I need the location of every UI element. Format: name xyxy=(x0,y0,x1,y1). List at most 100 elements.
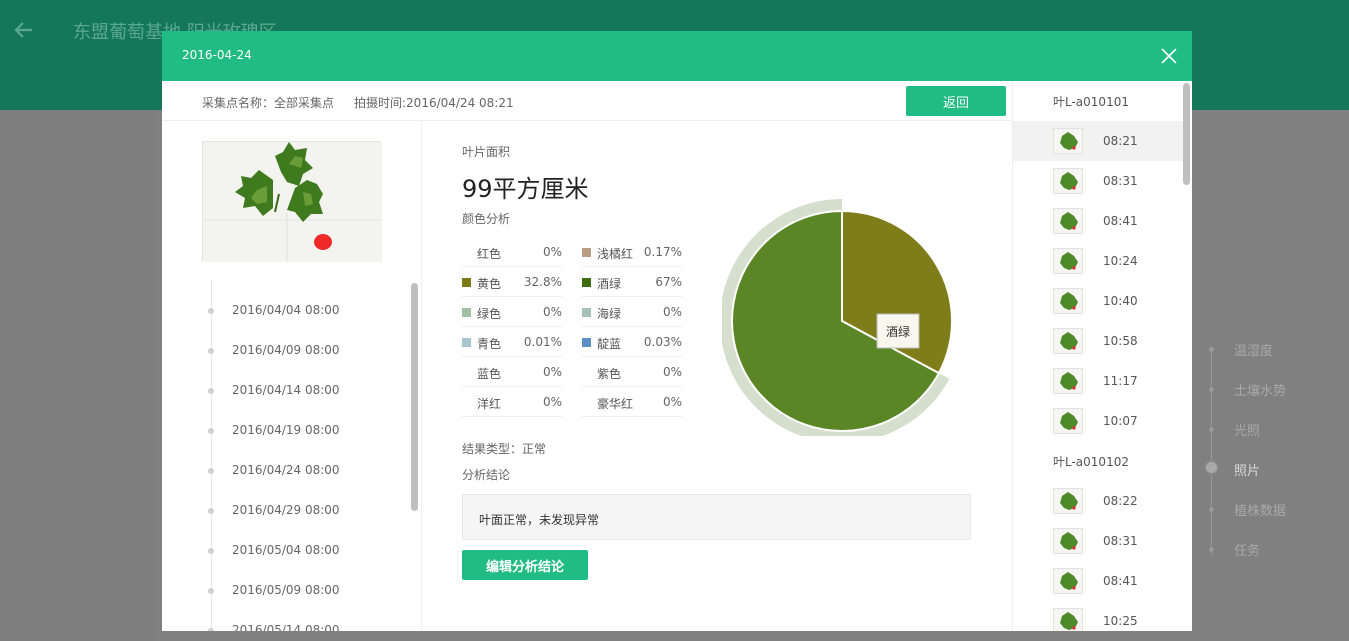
photo-time: 08:41 xyxy=(1103,214,1138,228)
photo-row[interactable]: 08:31 xyxy=(1013,521,1183,561)
nav-item[interactable]: 照片 xyxy=(1204,460,1349,480)
nav-item[interactable]: 土壤水势 xyxy=(1207,380,1349,400)
timeline-item[interactable]: 2016/05/09 08:00 xyxy=(208,581,408,601)
timeline-scrollbar[interactable] xyxy=(411,283,418,511)
timeline-dot-icon xyxy=(208,308,214,314)
color-row: 红色 0% xyxy=(462,237,562,267)
photo-row[interactable]: 08:31 xyxy=(1013,161,1183,201)
color-name: 紫色 xyxy=(597,367,622,381)
timeline-item[interactable]: 2016/04/09 08:00 xyxy=(208,341,408,361)
photo-group-label: 叶L-a010102 xyxy=(1053,455,1129,469)
photo-time: 10:25 xyxy=(1103,614,1138,628)
nav-item-label: 温湿度 xyxy=(1234,344,1274,359)
color-percent: 0% xyxy=(542,395,562,409)
nav-item[interactable]: 植株数据 xyxy=(1207,500,1349,520)
nav-item[interactable]: 任务 xyxy=(1207,540,1349,560)
color-name: 浅橘红 xyxy=(597,247,634,261)
color-name: 海绿 xyxy=(597,307,622,321)
photo-row[interactable]: 10:24 xyxy=(1013,241,1183,281)
photo-row[interactable]: 08:22 xyxy=(1013,481,1183,521)
area-value: 99平方厘米 xyxy=(462,175,589,203)
timeline-dot-icon xyxy=(208,348,214,354)
collection-point: 采集点名称：全部采集点 xyxy=(202,96,335,110)
photo-row[interactable]: 11:17 xyxy=(1013,361,1183,401)
color-name: 黄色 xyxy=(477,277,502,291)
timeline-item[interactable]: 2016/04/04 08:00 xyxy=(208,301,408,321)
color-row: 豪华红 0% xyxy=(582,387,682,417)
color-row: 靛蓝 0.03% xyxy=(582,327,682,357)
conclusion-label: 分析结论 xyxy=(462,468,511,482)
photo-thumbnail xyxy=(1053,608,1083,631)
color-label: 颜色分析 xyxy=(462,212,511,226)
photo-group-label: 叶L-a010101 xyxy=(1053,95,1129,109)
photo-time: 11:17 xyxy=(1103,374,1138,388)
edit-conclusion-button[interactable]: 编辑分析结论 xyxy=(462,550,588,580)
timeline-panel: 2016/04/04 08:00 2016/04/09 08:00 2016/04/… xyxy=(162,121,422,631)
photo-row[interactable]: 08:41 xyxy=(1013,561,1183,601)
nav-dot-icon xyxy=(1209,387,1214,392)
timeline-line xyxy=(211,281,212,631)
timeline-item[interactable]: 2016/04/19 08:00 xyxy=(208,421,408,441)
timeline-date: 2016/04/29 08:00 xyxy=(232,503,340,517)
nav-dot-icon xyxy=(1209,547,1214,552)
nav-dot-icon xyxy=(1209,347,1214,352)
color-swatch xyxy=(462,338,471,347)
timeline-date: 2016/04/14 08:00 xyxy=(232,383,340,397)
photo-row[interactable]: 10:58 xyxy=(1013,321,1183,361)
color-percent: 0% xyxy=(662,305,682,319)
photo-thumbnail xyxy=(1053,128,1083,154)
conclusion-text: 叶面正常，未发现异常 xyxy=(479,513,600,527)
info-bar: 采集点名称：全部采集点 拍摄时间:2016/04/24 08:21 返回 xyxy=(162,81,1012,121)
nav-dot-icon xyxy=(1209,507,1214,512)
color-row: 绿色 0% xyxy=(462,297,562,327)
color-pie-chart[interactable]: 酒绿 xyxy=(722,196,962,436)
conclusion-box: 叶面正常，未发现异常 xyxy=(462,494,971,540)
photo-row[interactable]: 10:40 xyxy=(1013,281,1183,321)
color-percent: 67% xyxy=(655,275,682,289)
color-name: 蓝色 xyxy=(477,367,502,381)
timeline-date: 2016/04/04 08:00 xyxy=(232,303,340,317)
timeline-item[interactable]: 2016/04/29 08:00 xyxy=(208,501,408,521)
photo-thumbnail xyxy=(1053,568,1083,594)
back-button[interactable]: 返回 xyxy=(906,86,1006,116)
timeline-dot-icon xyxy=(208,428,214,434)
color-row: 洋红 0% xyxy=(462,387,562,417)
nav-item-label: 植株数据 xyxy=(1234,504,1287,519)
photo-time: 10:58 xyxy=(1103,334,1138,348)
color-swatch xyxy=(582,338,591,347)
photo-thumbnail xyxy=(1053,328,1083,354)
timeline-item[interactable]: 2016/04/14 08:00 xyxy=(208,381,408,401)
color-row: 酒绿 67% xyxy=(582,267,682,297)
nav-item[interactable]: 光照 xyxy=(1207,420,1349,440)
close-icon[interactable] xyxy=(1160,47,1178,65)
color-name: 绿色 xyxy=(477,307,502,321)
timeline-item[interactable]: 2016/04/24 08:00 xyxy=(208,461,408,481)
timeline-date: 2016/05/09 08:00 xyxy=(232,583,340,597)
color-name: 靛蓝 xyxy=(597,337,622,351)
color-swatch xyxy=(582,278,591,287)
photo-time: 10:40 xyxy=(1103,294,1138,308)
color-row: 浅橘红 0.17% xyxy=(582,237,682,267)
timeline-date: 2016/04/09 08:00 xyxy=(232,343,340,357)
timeline-item[interactable]: 2016/05/14 08:00 xyxy=(208,621,408,631)
photo-analysis-modal: 2016-04-24 采集点名称：全部采集点 拍摄时间:2016/04/24 0… xyxy=(162,31,1192,631)
color-row: 紫色 0% xyxy=(582,357,682,387)
color-swatch xyxy=(462,278,471,287)
modal-header: 2016-04-24 xyxy=(162,31,1192,81)
nav-item[interactable]: 温湿度 xyxy=(1207,340,1349,360)
photo-row[interactable]: 08:21 xyxy=(1013,121,1183,161)
result-type: 结果类型：正常 xyxy=(462,442,547,456)
color-swatch xyxy=(462,308,471,317)
timeline-item[interactable]: 2016/05/04 08:00 xyxy=(208,541,408,561)
color-percent: 0% xyxy=(542,365,562,379)
leaf-photo[interactable] xyxy=(202,141,382,262)
leaf-image xyxy=(203,142,382,262)
color-row: 青色 0.01% xyxy=(462,327,562,357)
photo-row[interactable]: 10:07 xyxy=(1013,401,1183,441)
color-name: 青色 xyxy=(477,337,502,351)
photo-list-scrollbar[interactable] xyxy=(1183,83,1190,185)
photo-row[interactable]: 10:25 xyxy=(1013,601,1183,631)
photo-time: 08:22 xyxy=(1103,494,1138,508)
back-arrow-icon[interactable] xyxy=(12,18,36,42)
photo-row[interactable]: 08:41 xyxy=(1013,201,1183,241)
